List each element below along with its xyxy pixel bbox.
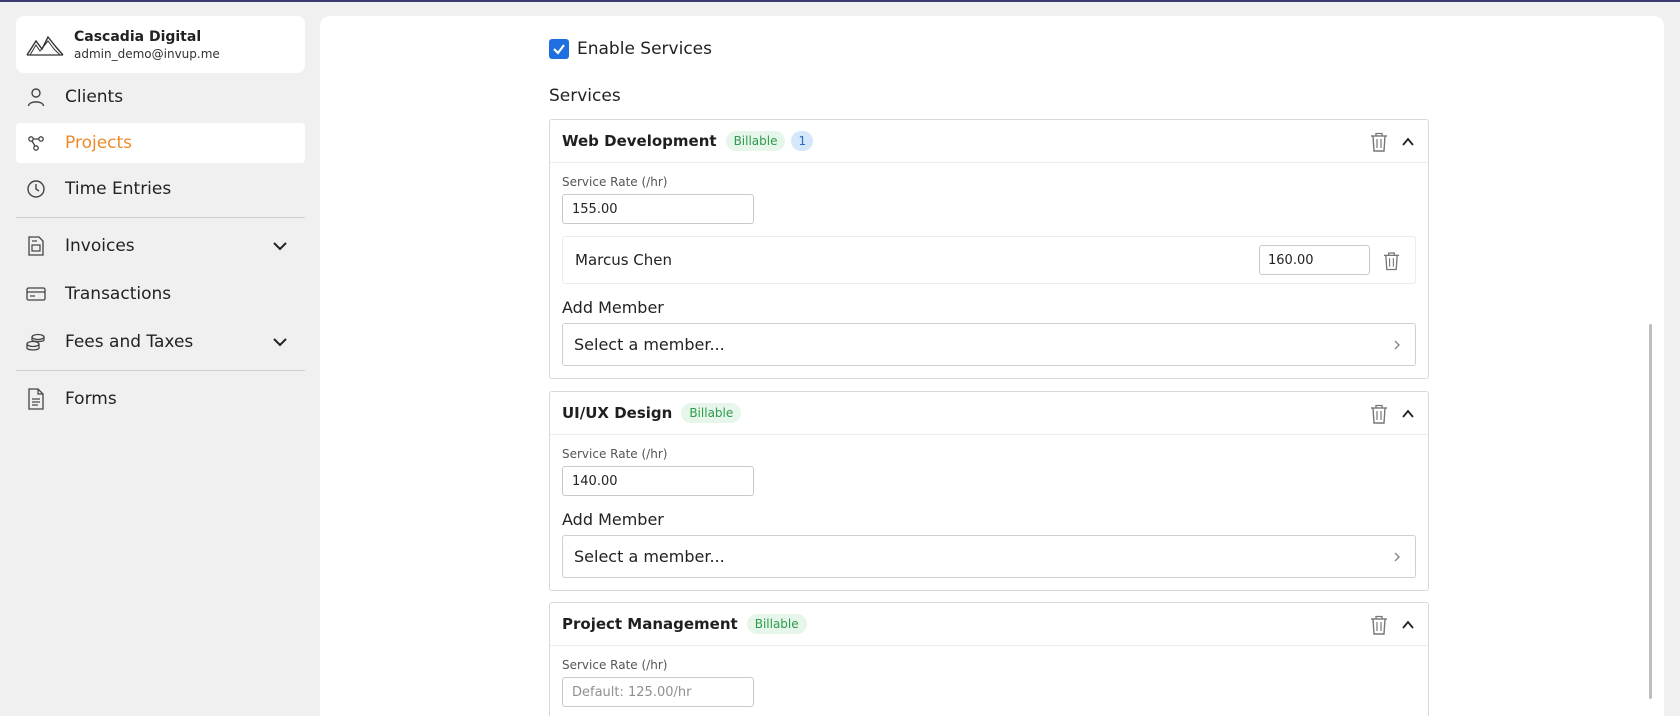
service-name: UI/UX Design: [562, 404, 673, 422]
billable-badge: Billable: [725, 131, 786, 151]
mountain-logo-icon: [26, 35, 64, 56]
nav-clients[interactable]: Clients: [16, 77, 305, 117]
chevron-right-icon: [1394, 340, 1400, 350]
add-member-label: Add Member: [562, 510, 664, 529]
nav-invoices-label: Invoices: [65, 236, 135, 256]
nodes-icon: [26, 133, 46, 153]
document-icon: [26, 388, 46, 410]
enable-services-label: Enable Services: [577, 39, 712, 59]
service-rate-label: Service Rate (/hr): [562, 175, 668, 189]
add-member-label: Add Member: [562, 298, 664, 317]
member-select[interactable]: Select a member...: [562, 323, 1416, 366]
enable-services-row[interactable]: Enable Services: [549, 39, 712, 59]
service-name: Project Management: [562, 615, 738, 633]
chevron-up-icon[interactable]: [1400, 406, 1416, 422]
nav-invoices[interactable]: Invoices: [16, 226, 305, 266]
service-rate-input[interactable]: [562, 677, 754, 707]
service-card-ui-ux-design: UI/UX Design Billable Service Rate (/hr)…: [549, 391, 1429, 591]
services-title: Services: [549, 86, 621, 106]
service-header[interactable]: Web Development Billable 1: [550, 120, 1428, 163]
service-rate-label: Service Rate (/hr): [562, 447, 668, 461]
billable-badge: Billable: [746, 614, 807, 634]
org-email: admin_demo@invup.me: [74, 46, 220, 61]
clock-icon: [26, 179, 46, 199]
enable-services-checkbox[interactable]: [549, 39, 569, 59]
chevron-right-icon: [1394, 552, 1400, 562]
chevron-up-icon[interactable]: [1400, 134, 1416, 150]
nav-forms-label: Forms: [65, 389, 117, 409]
nav-forms[interactable]: Forms: [16, 379, 305, 419]
nav-divider: [16, 370, 305, 371]
credit-card-icon: [26, 284, 46, 304]
coins-icon: [26, 332, 46, 352]
nav-clients-label: Clients: [65, 87, 124, 107]
service-rate-label: Service Rate (/hr): [562, 658, 668, 672]
trash-icon[interactable]: [1370, 404, 1388, 424]
chevron-down-icon[interactable]: [271, 333, 289, 351]
main-panel: Enable Services Services Web Development…: [320, 16, 1664, 716]
service-rate-input[interactable]: [562, 466, 754, 496]
chevron-down-icon[interactable]: [271, 237, 289, 255]
check-icon: [553, 44, 565, 55]
trash-icon[interactable]: [1370, 615, 1388, 635]
nav-time-entries-label: Time Entries: [65, 179, 172, 199]
nav-projects[interactable]: Projects: [16, 123, 305, 163]
billable-badge: Billable: [681, 403, 742, 423]
service-rate-input[interactable]: [562, 194, 754, 224]
org-name: Cascadia Digital: [74, 28, 202, 45]
org-switcher[interactable]: Cascadia Digital admin_demo@invup.me: [16, 16, 305, 73]
nav-fees-taxes-label: Fees and Taxes: [65, 332, 194, 352]
service-header[interactable]: Project Management Billable: [550, 603, 1428, 646]
service-name: Web Development: [562, 132, 717, 150]
user-icon: [26, 87, 46, 107]
nav-divider: [16, 217, 305, 218]
member-rate-input[interactable]: [1259, 245, 1370, 275]
nav-fees-taxes[interactable]: Fees and Taxes: [16, 322, 305, 362]
top-accent-line: [0, 0, 1680, 2]
nav-projects-label: Projects: [65, 133, 133, 153]
scrollbar-thumb[interactable]: [1649, 324, 1652, 699]
nav-transactions-label: Transactions: [65, 284, 172, 304]
member-select-placeholder: Select a member...: [574, 335, 725, 354]
service-card-project-management: Project Management Billable Service Rate…: [549, 602, 1429, 716]
sidebar: Cascadia Digital admin_demo@invup.me Cli…: [16, 16, 305, 419]
member-select-placeholder: Select a member...: [574, 547, 725, 566]
nav-transactions[interactable]: Transactions: [16, 274, 305, 314]
member-count-badge: 1: [791, 131, 814, 151]
nav-time-entries[interactable]: Time Entries: [16, 169, 305, 209]
member-select[interactable]: Select a member...: [562, 535, 1416, 578]
service-card-web-development: Web Development Billable 1 Service Rate …: [549, 119, 1429, 379]
service-header[interactable]: UI/UX Design Billable: [550, 392, 1428, 435]
invoice-icon: [26, 236, 46, 256]
trash-icon[interactable]: [1383, 251, 1400, 271]
member-name: Marcus Chen: [575, 251, 673, 269]
member-row: Marcus Chen: [562, 236, 1416, 284]
trash-icon[interactable]: [1370, 132, 1388, 152]
chevron-up-icon[interactable]: [1400, 617, 1416, 633]
